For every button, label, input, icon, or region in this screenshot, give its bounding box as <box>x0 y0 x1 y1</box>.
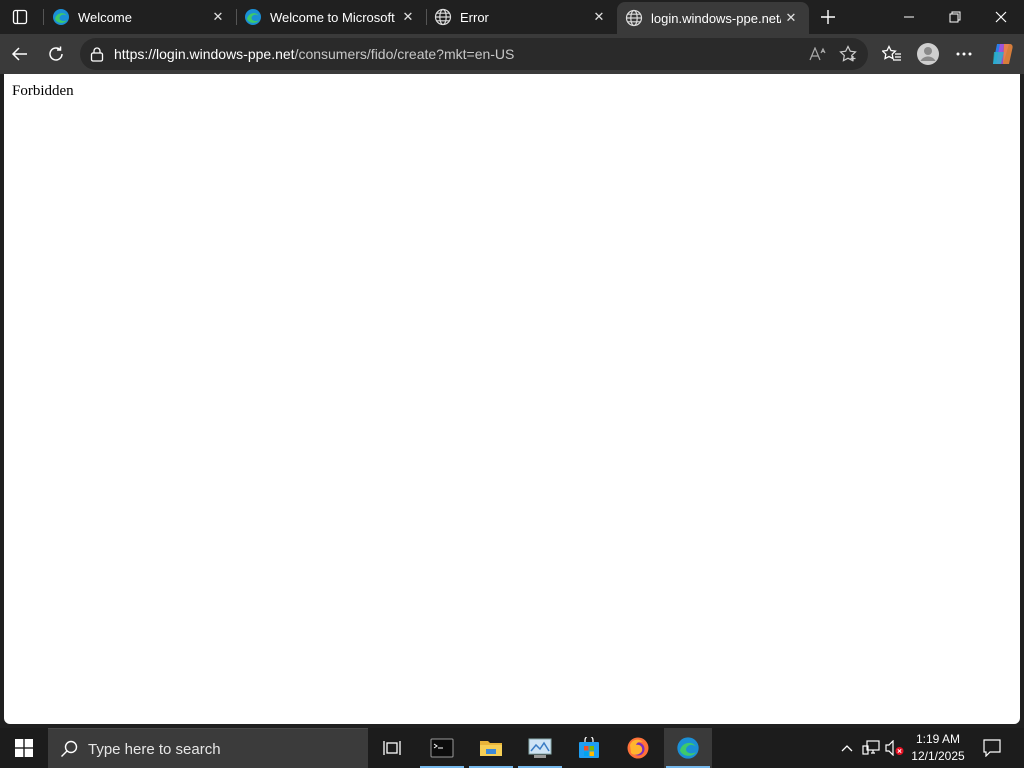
address-bar[interactable]: https://login.windows-ppe.net/consumers/… <box>80 38 868 70</box>
url-text: https://login.windows-ppe.net/consumers/… <box>114 46 514 62</box>
edge-app[interactable] <box>664 728 712 768</box>
new-tab-button[interactable] <box>815 4 841 30</box>
tab-strip: Welcome ✕ Welcome to Microsoft Ed ✕ Erro… <box>0 0 1024 34</box>
favorites-button[interactable] <box>876 38 908 70</box>
minimize-icon <box>904 16 914 18</box>
control-panel-app[interactable] <box>516 728 564 768</box>
show-hidden-icons-button[interactable] <box>836 728 858 768</box>
volume-tray-button[interactable] <box>884 728 906 768</box>
firefox-icon <box>627 737 649 759</box>
volume-muted-icon <box>885 740 904 756</box>
refresh-button[interactable] <box>40 38 72 70</box>
folder-icon <box>480 741 502 756</box>
url-host: https://login.windows-ppe.net <box>114 46 295 62</box>
page-viewport: Forbidden <box>4 74 1020 724</box>
taskbar: Type here to search 1:19 AM 12/1/2025 <box>0 728 1024 768</box>
lock-icon <box>88 45 106 63</box>
close-icon <box>995 11 1007 23</box>
tab-close-button[interactable]: ✕ <box>589 7 609 27</box>
url-path: /consumers/fido/create?mkt=en-US <box>294 46 515 62</box>
store-app[interactable] <box>565 728 613 768</box>
clock-date: 12/1/2025 <box>911 749 965 763</box>
refresh-icon <box>49 46 63 61</box>
tab-actions-icon <box>12 9 28 25</box>
more-icon <box>956 52 972 56</box>
tab-actions-button[interactable] <box>6 4 34 30</box>
back-button[interactable] <box>4 38 36 70</box>
copilot-button[interactable] <box>986 38 1018 70</box>
firefox-app[interactable] <box>614 728 662 768</box>
tab-title: Welcome to Microsoft Ed <box>270 9 398 25</box>
notifications-button[interactable] <box>978 728 1006 768</box>
close-window-button[interactable] <box>978 0 1024 34</box>
favorites-icon <box>882 45 901 61</box>
browser-toolbar: https://login.windows-ppe.net/consumers/… <box>0 34 1024 74</box>
add-favorite-button[interactable] <box>837 44 859 64</box>
start-button[interactable] <box>0 728 48 768</box>
avatar <box>917 43 939 65</box>
edge-icon <box>244 8 262 26</box>
tab-title: Welcome <box>78 9 132 25</box>
search-placeholder: Type here to search <box>88 741 221 758</box>
taskbar-search[interactable]: Type here to search <box>48 728 368 768</box>
minimize-button[interactable] <box>886 0 932 34</box>
tab-close-button[interactable]: ✕ <box>398 7 418 27</box>
clock[interactable]: 1:19 AM 12/1/2025 <box>906 731 970 765</box>
network-icon <box>862 740 880 755</box>
terminal-icon <box>430 738 454 758</box>
tab-title: Error <box>460 9 489 25</box>
plus-icon <box>821 10 835 24</box>
copilot-icon <box>993 44 1013 64</box>
store-icon <box>579 737 599 758</box>
star-icon <box>839 45 857 62</box>
tab-welcome-edge[interactable]: Welcome to Microsoft Ed ✕ <box>236 0 426 34</box>
read-aloud-icon[interactable] <box>807 44 829 64</box>
tab-welcome[interactable]: Welcome ✕ <box>44 0 236 34</box>
tab-login-active[interactable]: login.windows-ppe.net/c ✕ <box>617 2 809 34</box>
edge-icon <box>52 8 70 26</box>
file-explorer-app[interactable] <box>467 728 515 768</box>
control-panel-icon <box>528 738 552 758</box>
task-view-icon <box>383 741 401 755</box>
clock-time: 1:19 AM <box>915 732 961 746</box>
tab-close-button[interactable]: ✕ <box>781 8 801 28</box>
page-body-text: Forbidden <box>12 83 74 99</box>
notification-icon <box>983 739 1001 757</box>
terminal-app[interactable] <box>418 728 466 768</box>
tab-title: login.windows-ppe.net/c <box>651 10 781 26</box>
tab-error[interactable]: Error ✕ <box>426 0 617 34</box>
tab-close-button[interactable]: ✕ <box>208 7 228 27</box>
restore-button[interactable] <box>932 0 978 34</box>
arrow-left-icon <box>11 47 27 61</box>
edge-icon <box>677 737 699 759</box>
globe-icon <box>434 8 452 26</box>
settings-more-button[interactable] <box>948 38 980 70</box>
search-icon <box>61 740 78 757</box>
network-tray-button[interactable] <box>860 728 882 768</box>
task-view-button[interactable] <box>368 728 416 768</box>
restore-icon <box>949 11 961 23</box>
windows-logo-icon <box>15 739 33 757</box>
chevron-up-icon <box>841 745 853 752</box>
globe-icon <box>625 9 643 27</box>
profile-button[interactable] <box>912 38 944 70</box>
